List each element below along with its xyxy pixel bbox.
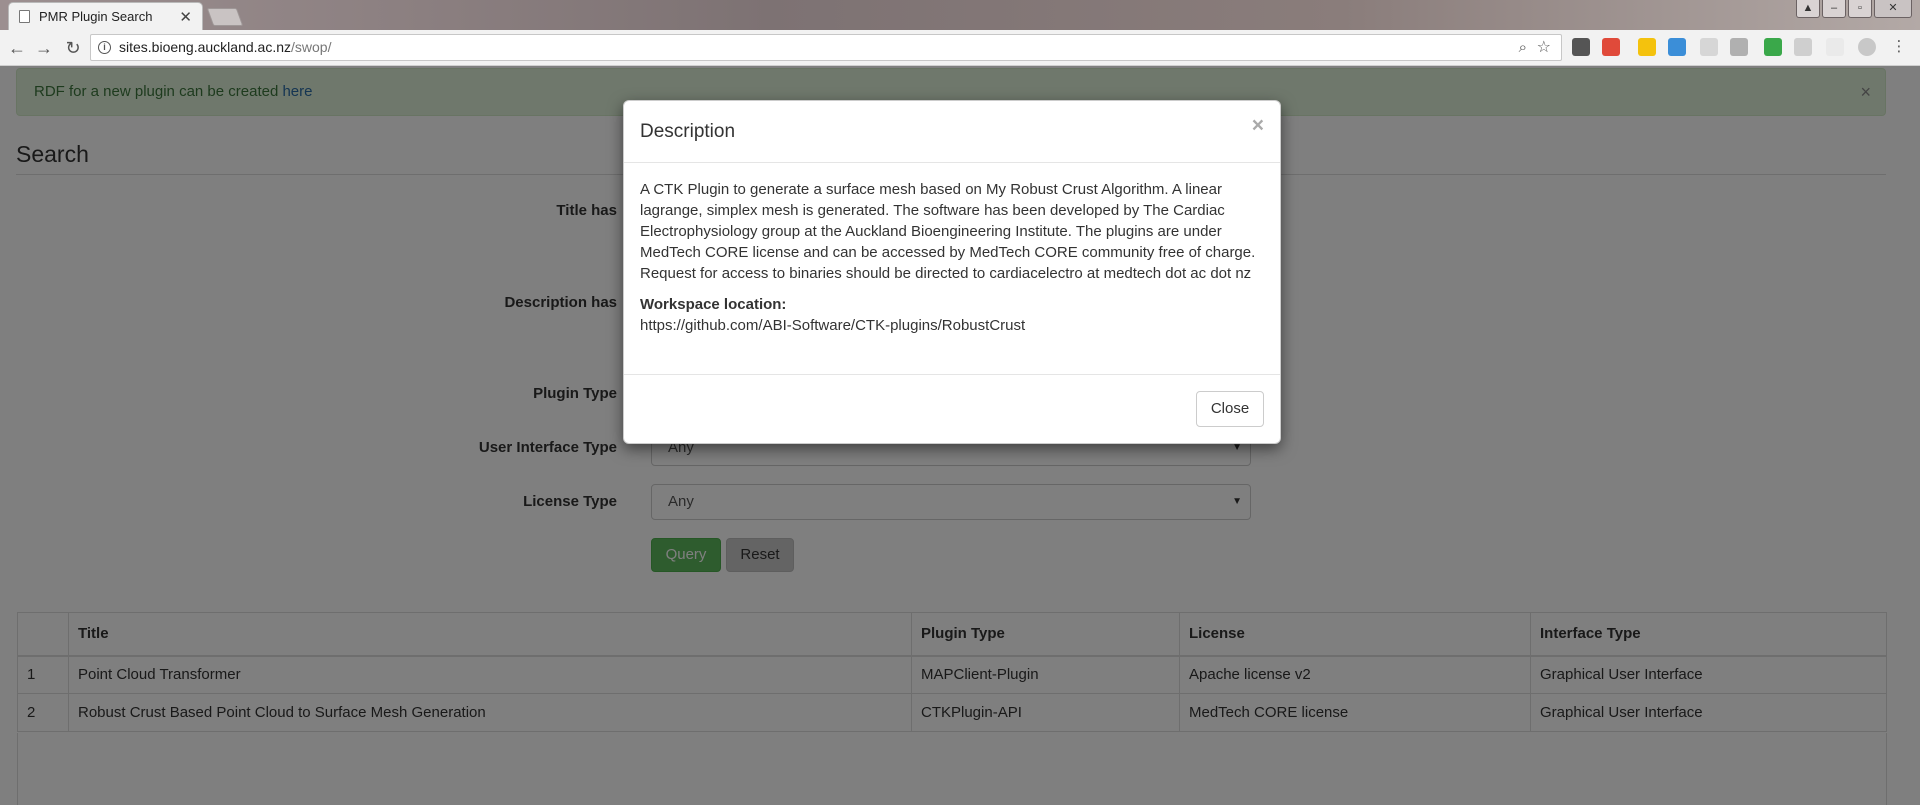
workspace-url: https://github.com/ABI-Software/CTK-plug… (640, 317, 1026, 334)
skype-icon[interactable] (1858, 38, 1876, 56)
window-close-button[interactable]: ✕ (1874, 0, 1912, 18)
url-path: /swop/ (291, 39, 332, 55)
extension-puzzle-icon[interactable] (1730, 38, 1748, 56)
extension-window-icon[interactable] (1668, 38, 1686, 56)
close-button[interactable]: Close (1196, 391, 1264, 427)
menu-icon[interactable]: ⋮ (1890, 38, 1908, 56)
font-extension-icon[interactable] (1826, 38, 1844, 56)
address-bar[interactable]: i sites.bioeng.auckland.ac.nz/swop/ ⌕ ☆ (90, 34, 1562, 61)
extension-doc-icon[interactable] (1700, 38, 1718, 56)
plugin-description: A CTK Plugin to generate a surface mesh … (640, 181, 1256, 282)
description-modal: Description × A CTK Plugin to generate a… (623, 100, 1281, 444)
tab-close-icon[interactable]: ✕ (179, 8, 192, 26)
minimize-button[interactable]: – (1822, 0, 1846, 18)
extension-bug-icon[interactable] (1572, 38, 1590, 56)
bookmark-star-icon[interactable]: ☆ (1537, 35, 1551, 60)
browser-toolbar: ← → ↻ i sites.bioeng.auckland.ac.nz/swop… (0, 30, 1920, 66)
modal-header: Description × (624, 101, 1280, 163)
url-host: sites.bioeng.auckland.ac.nz (119, 39, 291, 55)
browser-tabstrip: PMR Plugin Search ✕ ▲ – ▫ ✕ (0, 0, 1920, 30)
browser-tab[interactable]: PMR Plugin Search ✕ (8, 2, 203, 30)
new-tab-button[interactable] (206, 8, 244, 26)
modal-footer: Close (624, 374, 1280, 444)
maximize-button[interactable]: ▫ (1848, 0, 1872, 18)
google-drive-icon[interactable] (1638, 38, 1656, 56)
reload-icon[interactable]: ↻ (62, 37, 84, 59)
cors-extension-icon[interactable] (1764, 38, 1782, 56)
extension-gray-icon[interactable] (1794, 38, 1812, 56)
info-icon[interactable]: i (98, 41, 111, 54)
workspace-label: Workspace location: (640, 296, 787, 313)
tab-title: PMR Plugin Search (39, 9, 153, 24)
extension-colorful-icon[interactable] (1602, 38, 1620, 56)
modal-body: A CTK Plugin to generate a surface mesh … (640, 179, 1262, 336)
zoom-icon[interactable]: ⌕ (1519, 35, 1527, 60)
window-controls: ▲ – ▫ ✕ (1796, 0, 1912, 18)
forward-icon[interactable]: → (33, 37, 55, 59)
page-icon (19, 10, 30, 23)
modal-close-icon[interactable]: × (1252, 114, 1264, 138)
user-icon[interactable]: ▲ (1796, 0, 1820, 18)
modal-title: Description (640, 121, 736, 142)
back-icon[interactable]: ← (6, 37, 28, 59)
